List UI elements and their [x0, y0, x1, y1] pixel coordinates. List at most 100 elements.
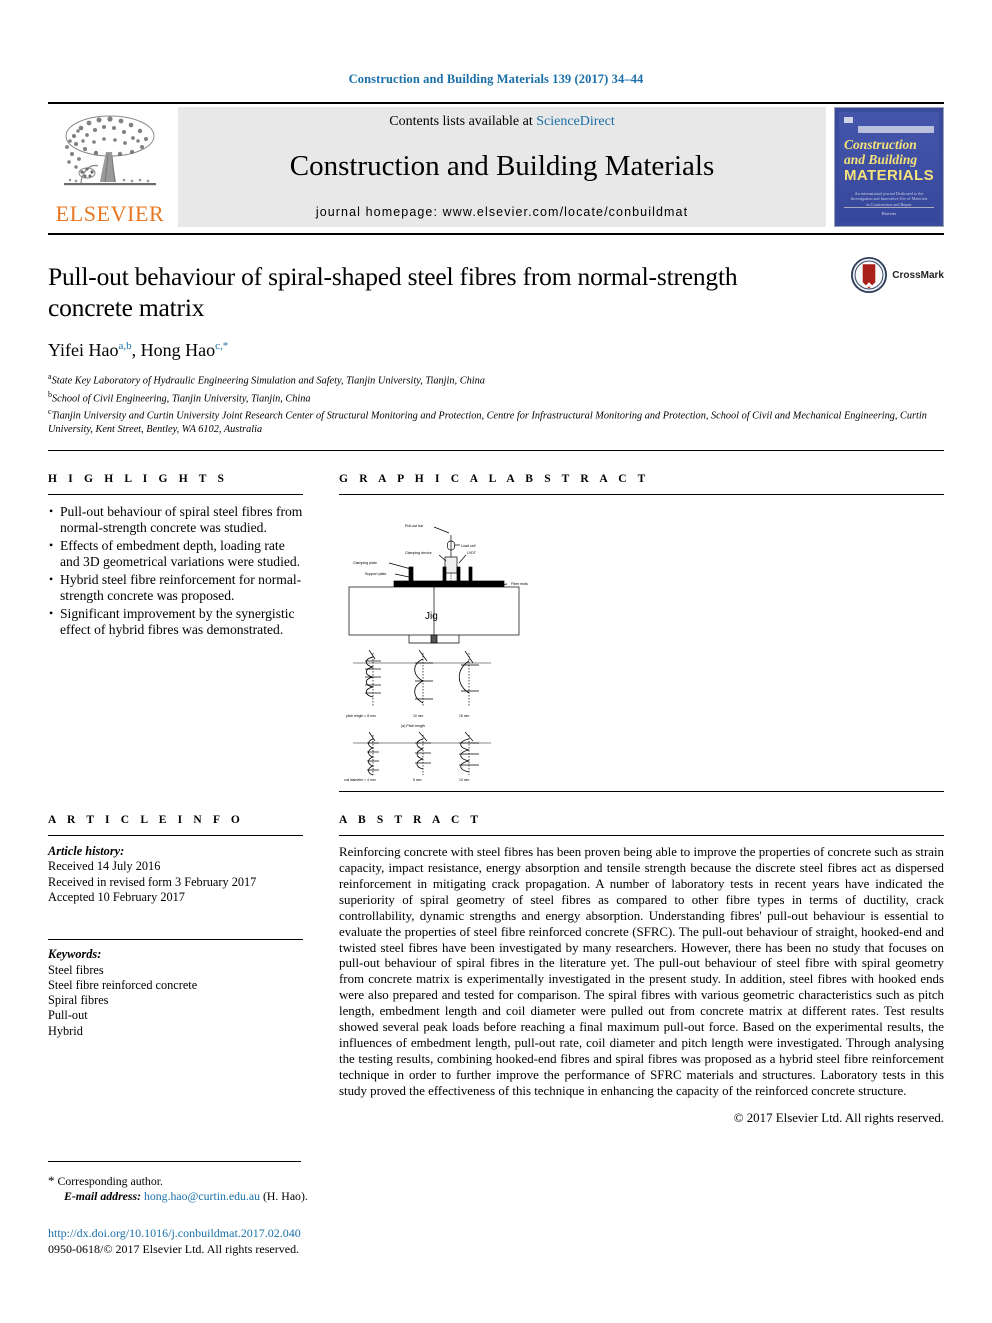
journal-masthead: ELSEVIER Contents lists available at Sci…: [48, 107, 944, 227]
journal-article-page: Construction and Building Materials 139 …: [0, 0, 992, 1323]
contents-prefix: Contents lists available at: [389, 114, 537, 129]
doi-block: http://dx.doi.org/10.1016/j.conbuildmat.…: [48, 1226, 944, 1257]
email-line: E-mail address: hong.hao@curtin.edu.au (…: [48, 1189, 944, 1204]
affiliation-c-text: Tianjin University and Curtin University…: [48, 410, 927, 435]
doi-link[interactable]: http://dx.doi.org/10.1016/j.conbuildmat.…: [48, 1226, 944, 1242]
title-block: Pull-out behaviour of spiral-shaped stee…: [48, 235, 944, 436]
masthead-top-rule: [48, 102, 944, 104]
corresponding-author-note: * Corresponding author. E-mail address: …: [48, 1173, 944, 1204]
highlights-rule: [48, 494, 303, 496]
svg-text:Load cell: Load cell: [461, 544, 476, 548]
journal-homepage-link[interactable]: journal homepage: www.elsevier.com/locat…: [316, 205, 688, 219]
email-label: E-mail address:: [64, 1189, 142, 1203]
affiliation-c: cTianjin University and Curtin Universit…: [48, 405, 944, 436]
svg-text:Clamping device: Clamping device: [405, 551, 432, 555]
svg-text:LVDT: LVDT: [467, 551, 477, 555]
cover-title-line2: and Building: [844, 151, 918, 167]
running-head: Construction and Building Materials 139 …: [348, 72, 644, 86]
cover-blurb: An international journal Dedicated to th…: [850, 190, 928, 207]
svg-text:coil diameter = 4 mm: coil diameter = 4 mm: [344, 778, 376, 782]
keyword-item: Spiral fibres: [48, 993, 109, 1008]
highlights-heading: H I G H L I G H T S: [48, 473, 229, 486]
elsevier-wordmark: ELSEVIER: [55, 201, 165, 226]
article-info-rule: [48, 835, 303, 837]
list-item: Significant improvement by the synergist…: [48, 605, 303, 639]
svg-text:(a) Pitch length: (a) Pitch length: [401, 724, 425, 728]
svg-text:Jig: Jig: [425, 611, 438, 622]
affiliation-b-text: School of Civil Engineering, Tianjin Uni…: [52, 393, 311, 405]
graphical-abstract-bottom-rule: [339, 791, 944, 793]
list-item: Effects of embedment depth, loading rate…: [48, 537, 303, 571]
author-1-affil-marks: a,b: [118, 340, 132, 352]
contents-line: Contents lists available at ScienceDirec…: [389, 114, 615, 130]
list-item: Pull-out behaviour of spiral steel fibre…: [48, 503, 303, 537]
highlights-top-rule: [48, 450, 944, 452]
svg-text:pitch length = 8 mm: pitch length = 8 mm: [346, 714, 376, 718]
corresponding-star: *: [48, 1173, 55, 1188]
list-item: Hybrid steel fibre reinforcement for nor…: [48, 571, 303, 605]
email-link[interactable]: hong.hao@curtin.edu.au: [144, 1189, 260, 1203]
crossmark-label: CrossMark: [892, 269, 944, 281]
affiliations: aState Key Laboratory of Hydraulic Engin…: [48, 370, 944, 436]
svg-text:5 mm: 5 mm: [413, 778, 422, 782]
highlights-graphical-row: H I G H L I G H T S Pull-out behaviour o…: [48, 473, 944, 793]
cover-logo-square: [844, 117, 853, 124]
journal-cover-thumbnail: Construction and Building MATERIALS An i…: [834, 107, 944, 227]
article-history: Article history: Received 14 July 2016 R…: [48, 844, 303, 905]
graphical-abstract-figure: Pull-out bar Load cell Clamping device L…: [339, 511, 944, 790]
affiliation-a: aState Key Laboratory of Hydraulic Engin…: [48, 370, 944, 388]
cover-title-line3: MATERIALS: [844, 166, 934, 184]
abstract-copyright: © 2017 Elsevier Ltd. All rights reserved…: [733, 1110, 944, 1125]
graphical-abstract-column: G R A P H I C A L A B S T R A C T Pull-o…: [339, 473, 944, 793]
affiliation-a-text: State Key Laboratory of Hydraulic Engine…: [51, 375, 485, 387]
sciencedirect-link[interactable]: ScienceDirect: [536, 114, 615, 129]
history-accepted: Accepted 10 February 2017: [48, 889, 185, 904]
history-received: Received 14 July 2016: [48, 859, 161, 874]
article-info-heading: A R T I C L E I N F O: [48, 814, 244, 827]
corresponding-label: Corresponding author.: [57, 1174, 163, 1188]
author-2: , Hong Hao: [131, 340, 216, 360]
graphical-abstract-rule: [339, 494, 944, 496]
crossmark-badge[interactable]: CrossMark: [851, 257, 944, 293]
keyword-item: Pull-out: [48, 1008, 88, 1023]
keyword-item: Steel fibre reinforced concrete: [48, 977, 198, 992]
corresponding-line: * Corresponding author.: [48, 1173, 944, 1189]
abstract-rule: [339, 835, 944, 837]
svg-text:Pull-out bar: Pull-out bar: [405, 524, 424, 528]
keywords-label: Keywords:: [48, 947, 102, 962]
issn-copyright-line: 0950-0618/© 2017 Elsevier Ltd. All right…: [48, 1241, 300, 1256]
info-abstract-row: A R T I C L E I N F O Article history: R…: [48, 814, 944, 1126]
page-footer: * Corresponding author. E-mail address: …: [48, 1161, 944, 1257]
email-owner: (H. Hao).: [262, 1189, 308, 1203]
abstract-heading: A B S T R A C T: [339, 814, 483, 827]
keywords-rule: [48, 939, 303, 941]
page-title: Pull-out behaviour of spiral-shaped stee…: [48, 262, 738, 322]
footer-rule: [48, 1161, 301, 1162]
keyword-item: Steel fibres: [48, 962, 104, 977]
keywords-block: Keywords: Steel fibres Steel fibre reinf…: [48, 947, 303, 1039]
abstract-text: Reinforcing concrete with steel fibres h…: [339, 845, 944, 1098]
author-1: Yifei Hao: [48, 340, 119, 360]
affiliation-b: bSchool of Civil Engineering, Tianjin Un…: [48, 388, 944, 406]
svg-text:Support plate: Support plate: [365, 572, 386, 576]
abstract-column: A B S T R A C T Reinforcing concrete wit…: [339, 814, 944, 1126]
history-revised: Received in revised form 3 February 2017: [48, 874, 257, 889]
cover-title-line1: Construction: [844, 136, 917, 152]
graphical-abstract-heading: G R A P H I C A L A B S T R A C T: [339, 473, 650, 486]
author-2-affil-marks: c,*: [215, 340, 229, 352]
journal-title: Construction and Building Materials: [289, 150, 715, 182]
cover-bar: [858, 126, 934, 133]
svg-text:10 mm: 10 mm: [459, 778, 470, 782]
crossmark-icon: [851, 257, 888, 293]
article-history-label: Article history:: [48, 844, 125, 859]
svg-text:10 mm: 10 mm: [413, 714, 424, 718]
author-list: Yifei Haoa,b, Hong Haoc,*: [48, 340, 944, 361]
cover-footer: Elsevier: [844, 207, 934, 216]
svg-text:Fibre ends: Fibre ends: [511, 582, 528, 586]
elsevier-tree-icon: [54, 110, 166, 202]
article-info-column: A R T I C L E I N F O Article history: R…: [48, 814, 303, 1126]
elsevier-logo: ELSEVIER: [48, 107, 172, 227]
highlights-list: Pull-out behaviour of spiral steel fibre…: [48, 503, 303, 639]
highlights-column: H I G H L I G H T S Pull-out behaviour o…: [48, 473, 303, 792]
keyword-item: Hybrid: [48, 1023, 83, 1038]
